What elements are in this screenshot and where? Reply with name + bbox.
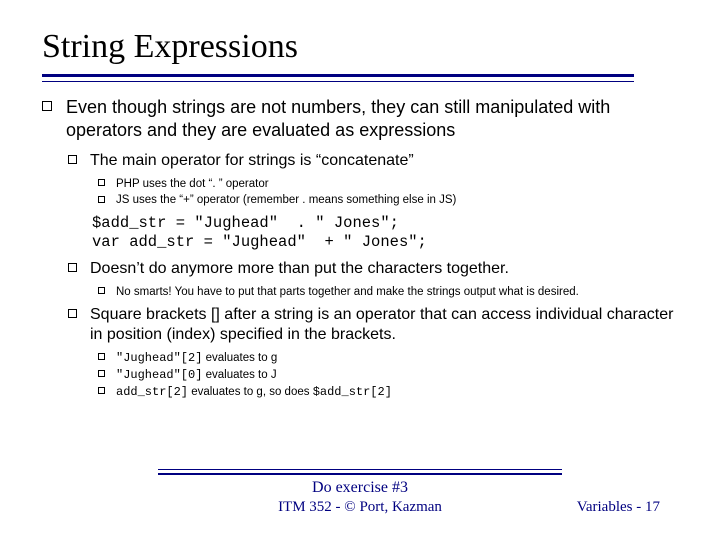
square-bullet-icon xyxy=(98,370,105,377)
square-bullet-icon xyxy=(68,155,77,164)
bullet-text: Doesn’t do anymore more than put the cha… xyxy=(90,260,509,277)
square-bullet-icon xyxy=(68,309,77,318)
footer-page: Variables - 17 xyxy=(577,499,660,516)
square-bullet-icon xyxy=(98,179,105,186)
footer: Do exercise #3 ITM 352 - © Port, Kazman … xyxy=(0,469,720,517)
bullet-level2: Square brackets [] after a string is an … xyxy=(68,305,686,345)
content: Even though strings are not numbers, the… xyxy=(42,82,686,400)
bullet-level1: Even though strings are not numbers, the… xyxy=(42,96,686,141)
slide: String Expressions Even though strings a… xyxy=(0,0,720,540)
bullet-text: JS uses the “+” operator (remember . mea… xyxy=(116,194,456,206)
bullet-tail: evaluates to J xyxy=(202,369,276,381)
bullet-level3: "Jughead"[0] evaluates to J xyxy=(98,368,686,383)
code-block: $add_str = "Jughead" . " Jones"; var add… xyxy=(92,214,686,253)
bullet-tail: evaluates to g, so does xyxy=(188,386,313,398)
square-bullet-icon xyxy=(98,353,105,360)
footer-exercise: Do exercise #3 xyxy=(0,479,720,497)
bullet-level2: The main operator for strings is “concat… xyxy=(68,151,686,171)
footer-rule-thick xyxy=(158,473,561,476)
code-inline: "Jughead"[0] xyxy=(116,368,202,382)
title-rule-thick xyxy=(42,74,634,77)
square-bullet-icon xyxy=(42,101,52,111)
bullet-level3: PHP uses the dot “. ” operator xyxy=(98,177,686,191)
bullet-text: No smarts! You have to put that parts to… xyxy=(116,286,579,298)
bullet-level3: "Jughead"[2] evaluates to g xyxy=(98,351,686,366)
bullet-level3: No smarts! You have to put that parts to… xyxy=(98,285,686,299)
bullet-text: The main operator for strings is “concat… xyxy=(90,152,414,169)
slide-title: String Expressions xyxy=(42,28,686,66)
footer-rule-thin xyxy=(158,469,561,470)
bullet-level3: JS uses the “+” operator (remember . mea… xyxy=(98,193,686,207)
code-inline: add_str[2] xyxy=(116,385,188,399)
bullet-text: Square brackets [] after a string is an … xyxy=(90,306,673,343)
bullet-text: PHP uses the dot “. ” operator xyxy=(116,178,269,190)
square-bullet-icon xyxy=(98,287,105,294)
bullet-level2: Doesn’t do anymore more than put the cha… xyxy=(68,259,686,279)
code-inline: $add_str[2] xyxy=(313,385,392,399)
footer-line: ITM 352 - © Port, Kazman Variables - 17 xyxy=(0,499,720,516)
bullet-tail: evaluates to g xyxy=(202,352,277,364)
footer-copyright: ITM 352 - © Port, Kazman xyxy=(278,499,442,516)
code-inline: "Jughead"[2] xyxy=(116,351,202,365)
square-bullet-icon xyxy=(98,387,105,394)
bullet-text: Even though strings are not numbers, the… xyxy=(66,97,610,140)
square-bullet-icon xyxy=(98,196,105,203)
square-bullet-icon xyxy=(68,263,77,272)
bullet-level3: add_str[2] evaluates to g, so does $add_… xyxy=(98,385,686,400)
